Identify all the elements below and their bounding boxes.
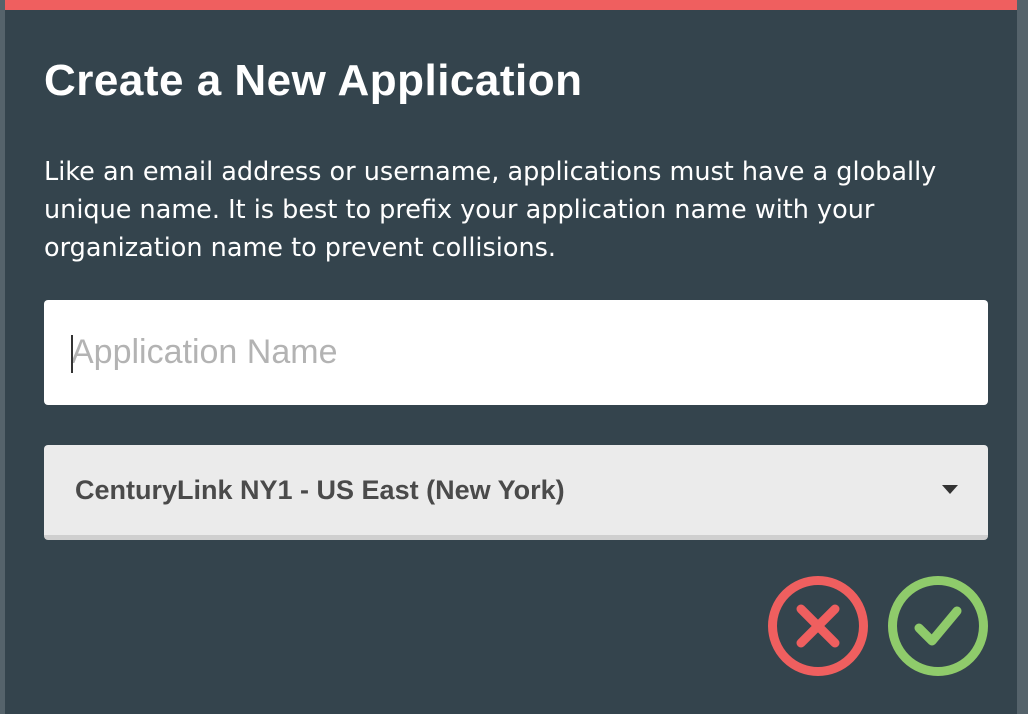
text-cursor: [71, 335, 73, 373]
region-select-value: CenturyLink NY1 - US East (New York): [75, 475, 565, 505]
region-select[interactable]: CenturyLink NY1 - US East (New York): [44, 445, 988, 540]
dialog-description: Like an email address or username, appli…: [44, 157, 937, 263]
create-application-dialog: Create a New Application Like an email a…: [5, 0, 1017, 714]
chevron-down-icon: [942, 485, 958, 494]
dialog-title: Create a New Application: [44, 56, 583, 105]
application-name-input[interactable]: [44, 300, 988, 405]
checkmark-icon: [914, 606, 962, 646]
close-icon: [796, 604, 840, 648]
cancel-button[interactable]: [768, 576, 868, 676]
confirm-button[interactable]: [888, 576, 988, 676]
